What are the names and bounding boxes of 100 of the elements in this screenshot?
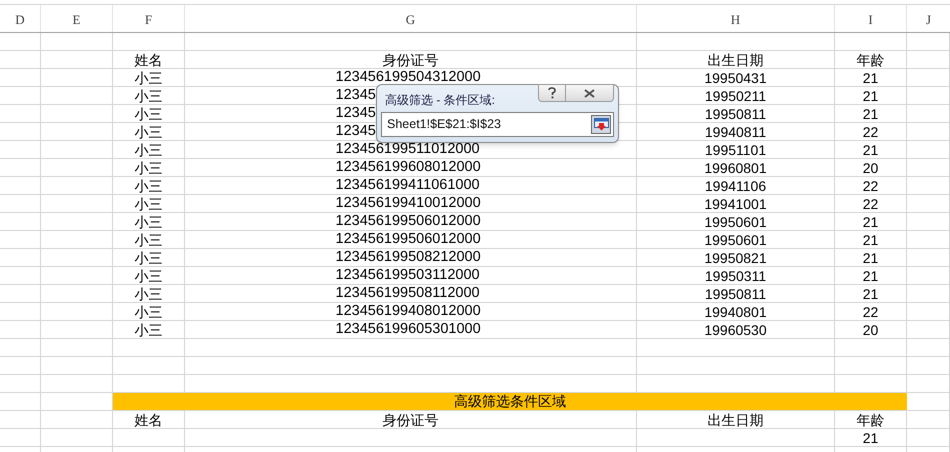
table-cell: 19950211 — [637, 87, 835, 105]
table-cell — [907, 213, 950, 231]
table-cell — [835, 339, 907, 357]
table-cell: 小三 — [113, 87, 185, 105]
header-cell: 姓名 — [113, 411, 185, 429]
header-cell: 身份证号 — [185, 411, 637, 429]
table-cell — [41, 51, 113, 69]
table-cell — [113, 429, 185, 447]
range-input-field[interactable]: Sheet1!$E$21:$I$23 — [381, 112, 614, 137]
close-icon — [584, 88, 595, 98]
header-cell: 身份证号 — [185, 51, 637, 69]
table-cell — [0, 51, 41, 69]
column-header[interactable]: E — [41, 5, 113, 32]
column-header[interactable]: I — [835, 5, 907, 32]
table-cell: 21 — [835, 285, 907, 303]
table-cell — [41, 303, 113, 321]
table-cell — [41, 249, 113, 267]
table-cell — [0, 231, 41, 249]
table-cell — [0, 303, 41, 321]
table-cell: 123456199410012000 — [185, 195, 637, 213]
table-cell: 20 — [835, 321, 907, 339]
table-cell — [0, 195, 41, 213]
table-cell — [41, 375, 113, 393]
table-cell: 123456199508112000 — [185, 285, 637, 303]
table-cell — [41, 105, 113, 123]
table-cell: 小三 — [113, 303, 185, 321]
table-cell: 123456199411061000 — [185, 177, 637, 195]
table-cell — [41, 339, 113, 357]
table-cell — [41, 177, 113, 195]
column-header[interactable]: J — [907, 5, 950, 32]
table-cell — [41, 195, 113, 213]
table-cell: 19950601 — [637, 213, 835, 231]
table-cell — [0, 159, 41, 177]
table-cell: 123456199605301000 — [185, 321, 637, 339]
table-cell — [0, 267, 41, 285]
table-cell — [41, 411, 113, 429]
table-cell: 小三 — [113, 141, 185, 159]
table-cell: 19960530 — [637, 321, 835, 339]
table-cell: 21 — [835, 105, 907, 123]
table-cell: 小三 — [113, 123, 185, 141]
table-cell: 19950311 — [637, 267, 835, 285]
table-cell — [907, 51, 950, 69]
table-cell — [113, 33, 185, 51]
table-cell: 21 — [835, 249, 907, 267]
table-cell — [0, 249, 41, 267]
table-cell — [41, 357, 113, 375]
table-cell — [113, 357, 185, 375]
table-cell — [0, 213, 41, 231]
table-cell — [41, 267, 113, 285]
table-cell: 19950431 — [637, 69, 835, 87]
table-cell — [0, 393, 41, 411]
table-cell — [907, 429, 950, 447]
table-cell: 小三 — [113, 159, 185, 177]
table-cell: 22 — [835, 195, 907, 213]
table-cell — [41, 123, 113, 141]
table-cell — [907, 267, 950, 285]
table-cell — [0, 429, 41, 447]
table-cell — [41, 141, 113, 159]
help-button[interactable] — [538, 84, 566, 102]
table-cell — [907, 285, 950, 303]
table-cell: 21 — [835, 69, 907, 87]
table-cell — [41, 285, 113, 303]
table-cell: 123456199508212000 — [185, 249, 637, 267]
table-cell — [41, 33, 113, 51]
table-cell: 小三 — [113, 195, 185, 213]
table-cell: 21 — [835, 141, 907, 159]
table-cell: 小三 — [113, 69, 185, 87]
table-cell — [0, 69, 41, 87]
table-cell: 小三 — [113, 285, 185, 303]
collapse-dialog-button[interactable] — [591, 115, 611, 134]
header-cell: 出生日期 — [637, 51, 835, 69]
column-header[interactable]: H — [637, 5, 835, 32]
header-cell: 年龄 — [835, 51, 907, 69]
table-cell — [907, 159, 950, 177]
table-cell: 21 — [835, 213, 907, 231]
table-cell — [907, 303, 950, 321]
table-cell — [907, 87, 950, 105]
collapse-dialog-icon — [594, 118, 608, 131]
table-cell: 19950821 — [637, 249, 835, 267]
column-header[interactable]: G — [185, 5, 637, 32]
table-cell — [41, 429, 113, 447]
column-header[interactable]: D — [0, 5, 41, 32]
table-cell — [907, 411, 950, 429]
table-cell: 小三 — [113, 267, 185, 285]
table-cell — [41, 321, 113, 339]
table-cell: 123456199503112000 — [185, 267, 637, 285]
table-cell — [907, 195, 950, 213]
table-cell: 小三 — [113, 249, 185, 267]
table-cell: 22 — [835, 303, 907, 321]
table-cell — [907, 177, 950, 195]
table-cell — [0, 177, 41, 195]
table-cell — [907, 375, 950, 393]
table-cell: 20 — [835, 159, 907, 177]
table-cell: 123456199608012000 — [185, 159, 637, 177]
table-cell: 19951101 — [637, 141, 835, 159]
table-cell: 19941106 — [637, 177, 835, 195]
table-cell: 22 — [835, 123, 907, 141]
column-header[interactable]: F — [113, 5, 185, 32]
close-button[interactable] — [566, 84, 614, 102]
table-cell: 小三 — [113, 177, 185, 195]
